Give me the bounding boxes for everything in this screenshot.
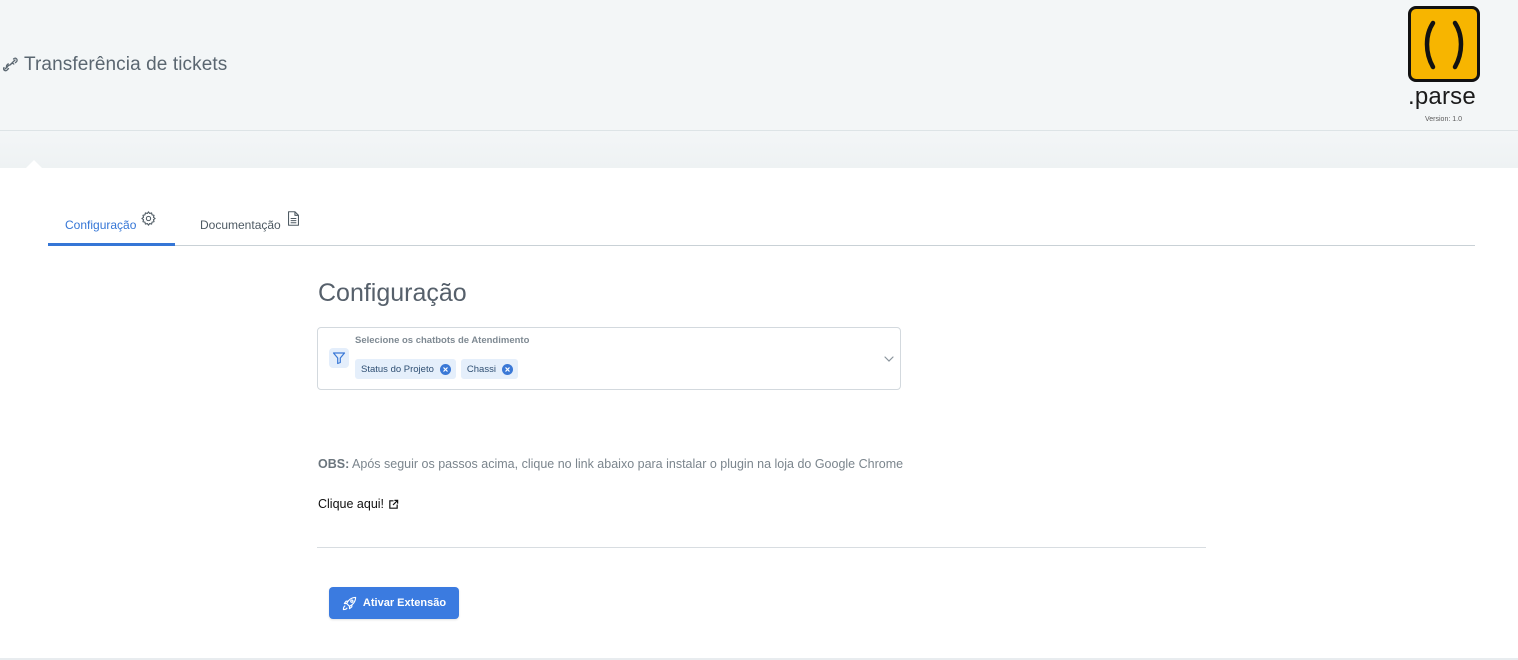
- tab-documentacao-label: Documentação: [200, 218, 281, 232]
- tab-configuracao-label: Configuração: [65, 218, 137, 232]
- tab-bar: Configuração Documentação: [48, 204, 1475, 246]
- chip-status-do-projeto: Status do Projeto: [355, 359, 456, 379]
- header-title-group: Transferência de tickets: [2, 54, 227, 76]
- link-chain-icon: [2, 57, 18, 72]
- chatbot-multiselect[interactable]: Selecione os chatbots de Atendimento Sta…: [317, 327, 901, 390]
- tab-documentacao[interactable]: Documentação: [199, 204, 302, 246]
- link-label: Clique aqui!: [318, 497, 385, 511]
- activate-extension-button[interactable]: Ativar Extensão: [329, 587, 459, 619]
- parse-logo: .parse Version: 1.0: [1404, 6, 1484, 124]
- chip-label: Chassi: [466, 363, 496, 375]
- tab-configuracao[interactable]: Configuração: [48, 204, 175, 246]
- rocket-icon: [342, 596, 357, 610]
- obs-prefix: OBS:: [318, 457, 350, 471]
- remove-chip-icon[interactable]: [439, 363, 451, 375]
- selected-chips: Status do Projeto Chassi: [355, 359, 518, 379]
- page-title: Transferência de tickets: [24, 54, 228, 75]
- chip-chassi: Chassi: [460, 359, 518, 379]
- activate-button-label: Ativar Extensão: [362, 597, 447, 609]
- select-label: Selecione os chatbots de Atendimento: [355, 335, 530, 346]
- obs-text: Após seguir os passos acima, clique no l…: [352, 457, 904, 471]
- app-header: Transferência de tickets .parse Version:…: [0, 0, 1518, 131]
- chrome-store-link[interactable]: Clique aqui!: [318, 497, 399, 511]
- parse-logo-mark: [1408, 6, 1480, 82]
- section-divider: [317, 547, 1206, 548]
- version-label: Version: 1.0: [1425, 116, 1462, 123]
- logo-brand-text: .parse: [1408, 83, 1476, 110]
- filter-icon-badge: [329, 348, 349, 368]
- chevron-down-icon[interactable]: [883, 353, 895, 365]
- section-title: Configuração: [318, 279, 467, 307]
- header-strip: [0, 131, 1518, 168]
- chip-label: Status do Projeto: [361, 363, 434, 375]
- remove-chip-icon[interactable]: [501, 363, 513, 375]
- header-notch: [26, 160, 42, 168]
- filter-icon: [332, 352, 346, 365]
- document-icon: [287, 211, 299, 226]
- obs-note: OBS: Após seguir os passos acima, clique…: [318, 457, 903, 471]
- gear-icon: [141, 211, 157, 226]
- external-link-icon: [389, 499, 399, 509]
